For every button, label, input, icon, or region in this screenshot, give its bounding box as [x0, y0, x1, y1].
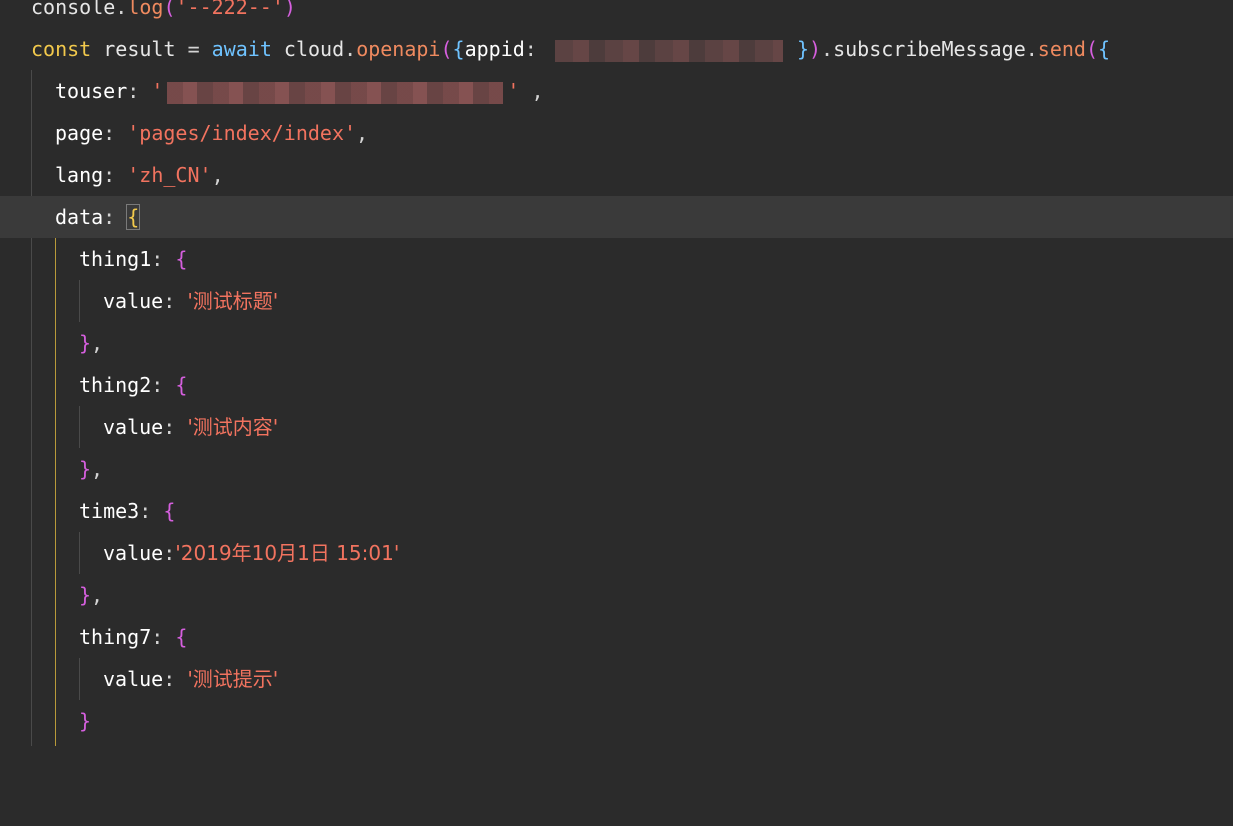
string-literal: '测试内容' — [187, 415, 279, 439]
punctuation: , — [91, 457, 104, 481]
property-key: appid — [464, 37, 525, 61]
punctuation: : — [127, 79, 140, 103]
identifier: result — [103, 37, 176, 61]
property-key: thing7 — [79, 625, 152, 649]
punctuation: : — [163, 667, 176, 691]
code-line[interactable]: }, — [0, 448, 1233, 490]
bracket: } — [79, 331, 92, 355]
property-key: value — [103, 289, 164, 313]
punctuation: : — [103, 121, 116, 145]
redacted-appid — [554, 39, 783, 62]
punctuation: , — [356, 121, 369, 145]
bracket: } — [79, 583, 92, 607]
bracket: { — [452, 37, 465, 61]
punctuation: . — [821, 37, 834, 61]
keyword: await — [211, 37, 272, 61]
punctuation: : — [163, 289, 176, 313]
punctuation: : — [103, 205, 116, 229]
punctuation: , — [91, 331, 104, 355]
punctuation: : — [151, 625, 164, 649]
string-literal: 'zh_CN' — [127, 163, 212, 187]
punctuation: : — [151, 247, 164, 271]
bracket: { — [175, 625, 188, 649]
punctuation: : — [139, 499, 152, 523]
property-key: thing2 — [79, 373, 152, 397]
string-literal: '2019年10月1日 15:01' — [175, 541, 400, 565]
bracket: ) — [283, 0, 296, 19]
property-key: value — [103, 415, 164, 439]
bracket: ( — [163, 0, 176, 19]
punctuation: . — [344, 37, 357, 61]
punctuation: , — [91, 583, 104, 607]
code-line[interactable]: time3: { — [0, 490, 1233, 532]
function-name: openapi — [356, 37, 441, 61]
bracket: ( — [1085, 37, 1098, 61]
string-literal: '--222--' — [175, 0, 284, 19]
code-line[interactable]: value: '测试标题' — [0, 280, 1233, 322]
code-line[interactable]: }, — [0, 574, 1233, 616]
string-quote: ' — [507, 79, 520, 103]
code-line[interactable]: console.log('--222--') — [0, 0, 1233, 28]
identifier: console — [31, 0, 116, 19]
code-line[interactable]: touser: ' ' , — [0, 70, 1233, 112]
punctuation: : — [524, 37, 537, 61]
code-line[interactable]: thing2: { — [0, 364, 1233, 406]
property-key: page — [55, 121, 104, 145]
code-line[interactable]: }, — [0, 322, 1233, 364]
property-key: value — [103, 667, 164, 691]
punctuation: . — [1025, 37, 1038, 61]
bracket: { — [1098, 37, 1111, 61]
string-literal: '测试提示' — [187, 667, 279, 691]
bracket: ( — [440, 37, 453, 61]
bracket: } — [79, 457, 92, 481]
bracket: } — [796, 37, 809, 61]
code-line[interactable]: value:'2019年10月1日 15:01' — [0, 532, 1233, 574]
code-line[interactable]: value: '测试内容' — [0, 406, 1233, 448]
code-editor[interactable]: console.log('--222--') const result = aw… — [0, 0, 1233, 746]
code-line-current[interactable]: data: { — [0, 196, 1233, 238]
property-key: touser — [55, 79, 128, 103]
code-line[interactable]: page: 'pages/index/index', — [0, 112, 1233, 154]
code-line[interactable]: lang: 'zh_CN', — [0, 154, 1233, 196]
redacted-openid — [167, 81, 504, 104]
code-line[interactable]: } — [0, 700, 1233, 742]
function-name: send — [1037, 37, 1086, 61]
identifier: subscribeMessage — [833, 37, 1026, 61]
bracket: } — [79, 709, 92, 733]
bracket: ) — [808, 37, 822, 61]
bracket: { — [163, 499, 176, 523]
punctuation: : — [163, 541, 176, 565]
property-key: data — [55, 205, 104, 229]
punctuation: : — [163, 415, 176, 439]
keyword: const — [31, 37, 92, 61]
code-line[interactable]: value: '测试提示' — [0, 658, 1233, 700]
bracket: { — [175, 373, 188, 397]
property-key: lang — [55, 163, 104, 187]
code-line[interactable]: const result = await cloud.openapi({appi… — [0, 28, 1233, 70]
operator: = — [187, 37, 200, 61]
punctuation: : — [151, 373, 164, 397]
bracket-matched: { — [126, 204, 141, 230]
bracket: { — [175, 247, 188, 271]
property-key: time3 — [79, 499, 140, 523]
property-key: value — [103, 541, 164, 565]
code-line[interactable]: thing7: { — [0, 616, 1233, 658]
identifier: cloud — [283, 37, 345, 61]
function-name: log — [127, 0, 164, 19]
string-literal: '测试标题' — [187, 289, 279, 313]
string-quote: ' — [151, 79, 164, 103]
punctuation: : — [103, 163, 116, 187]
punctuation: . — [115, 0, 128, 19]
property-key: thing1 — [79, 247, 152, 271]
punctuation: , — [519, 79, 544, 103]
string-literal: 'pages/index/index' — [127, 121, 357, 145]
punctuation: , — [211, 163, 224, 187]
code-line[interactable]: thing1: { — [0, 238, 1233, 280]
